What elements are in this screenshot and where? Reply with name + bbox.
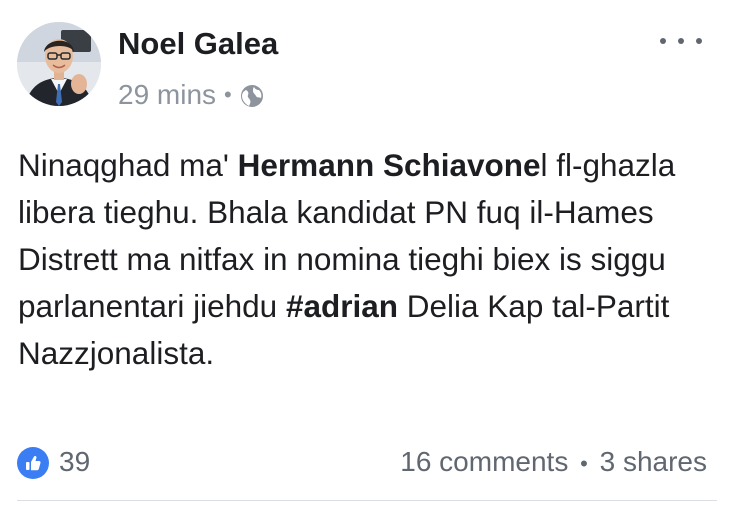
mentioned-user[interactable]: Hermann Schiavone — [238, 147, 541, 183]
post-meta: 29 mins • — [118, 78, 264, 112]
post-text-part1: Ninaqghad ma' — [18, 147, 238, 183]
footer-divider — [17, 500, 717, 501]
engagement-separator: • — [580, 451, 588, 476]
facebook-post: Noel Galea 29 mins • Ninaqghad ma' Herma… — [0, 0, 737, 506]
globe-icon[interactable] — [240, 83, 264, 107]
avatar-photo — [17, 22, 101, 106]
post-timestamp[interactable]: 29 mins — [118, 79, 216, 111]
comments-link[interactable]: 16 comments — [400, 446, 568, 477]
reaction-count[interactable]: 39 — [59, 446, 90, 478]
engagement-stats: 16 comments • 3 shares — [400, 446, 707, 478]
more-options-icon[interactable] — [660, 30, 702, 52]
post-footer: 39 16 comments • 3 shares — [17, 444, 717, 482]
post-body: Ninaqghad ma' Hermann Schiavonel fl-ghaz… — [18, 142, 718, 377]
shares-link[interactable]: 3 shares — [600, 446, 707, 477]
author-name[interactable]: Noel Galea — [118, 26, 278, 62]
hashtag-link[interactable]: #adrian — [286, 288, 398, 324]
meta-separator: • — [224, 82, 232, 107]
author-avatar[interactable] — [17, 22, 101, 106]
thumbs-up-icon[interactable] — [17, 447, 49, 479]
